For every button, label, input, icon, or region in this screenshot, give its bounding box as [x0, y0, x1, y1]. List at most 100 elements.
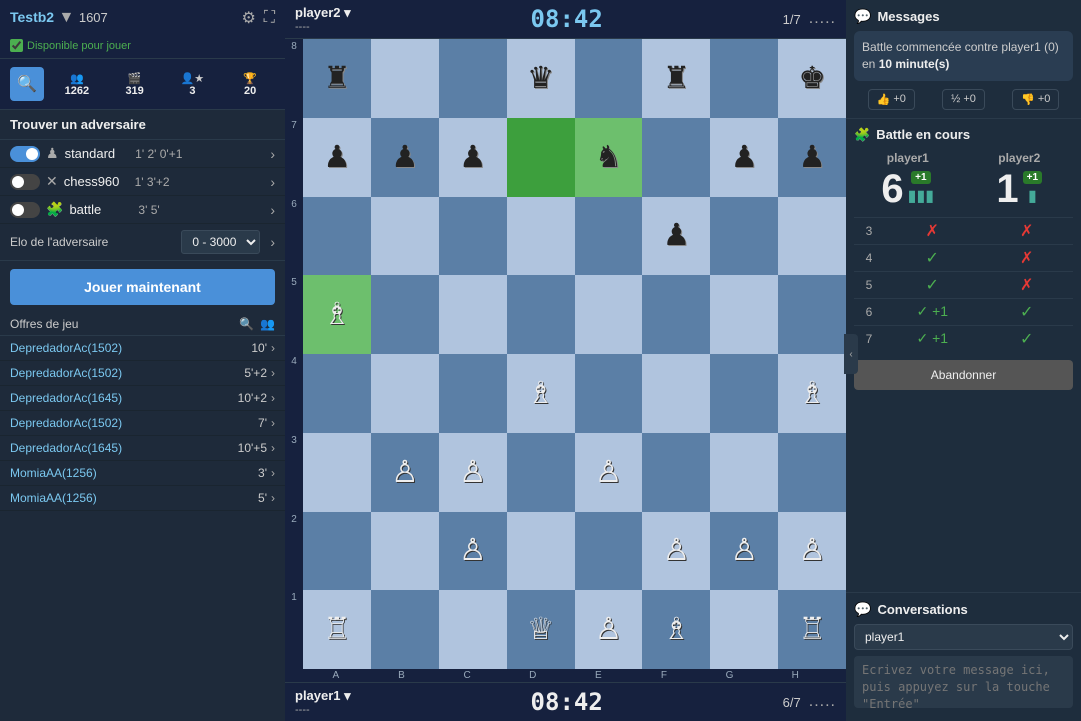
sq-e8[interactable] — [575, 39, 643, 118]
sq-g7[interactable]: ♟ — [710, 118, 778, 197]
sq-e1[interactable]: ♙ — [575, 590, 643, 669]
play-now-button[interactable]: Jouer maintenant — [10, 269, 275, 305]
sq-h5[interactable] — [778, 275, 846, 354]
standard-toggle[interactable] — [10, 146, 40, 162]
chess960-toggle[interactable] — [10, 174, 40, 190]
top-menu[interactable]: ..... — [809, 10, 836, 28]
sq-b1[interactable] — [371, 590, 439, 669]
sq-a1[interactable]: ♖ — [303, 590, 371, 669]
elo-select[interactable]: 0 - 3000 — [181, 230, 260, 254]
sq-g8[interactable] — [710, 39, 778, 118]
sq-d7[interactable] — [507, 118, 575, 197]
offers-search-icon[interactable]: 🔍 — [239, 317, 254, 331]
standard-arrow[interactable]: › — [270, 146, 275, 162]
sq-a6[interactable] — [303, 197, 371, 276]
sq-c1[interactable] — [439, 590, 507, 669]
sq-d2[interactable] — [507, 512, 575, 591]
sq-h4[interactable]: ♗ — [778, 354, 846, 433]
sq-e6[interactable] — [575, 197, 643, 276]
collapse-button[interactable]: ‹ — [844, 334, 858, 374]
thumbs-up-button[interactable]: 👍 +0 — [868, 89, 915, 110]
sq-g3[interactable] — [710, 433, 778, 512]
offer-item-1[interactable]: DepredadorAc(1502) 5'+2 › — [0, 361, 285, 386]
conv-player-select[interactable]: player1 — [854, 624, 1073, 650]
sq-h7[interactable]: ♟ — [778, 118, 846, 197]
battle-toggle[interactable] — [10, 202, 40, 218]
sq-g4[interactable] — [710, 354, 778, 433]
sq-a8[interactable]: ♜ — [303, 39, 371, 118]
sq-e3[interactable]: ♙ — [575, 433, 643, 512]
sq-b5[interactable] — [371, 275, 439, 354]
sq-f8[interactable]: ♜ — [642, 39, 710, 118]
offer-item-0[interactable]: DepredadorAc(1502) 10' › — [0, 336, 285, 361]
elo-arrow[interactable]: › — [270, 234, 275, 250]
search-button[interactable]: 🔍 — [10, 67, 44, 101]
sq-e2[interactable] — [575, 512, 643, 591]
bottom-menu[interactable]: ..... — [809, 693, 836, 711]
sq-g1[interactable] — [710, 590, 778, 669]
offer-item-3[interactable]: DepredadorAc(1502) 7' › — [0, 411, 285, 436]
sq-b6[interactable] — [371, 197, 439, 276]
sq-e5[interactable] — [575, 275, 643, 354]
p2-score: 1 — [996, 169, 1018, 209]
sq-g6[interactable] — [710, 197, 778, 276]
thumbs-down-button[interactable]: 👎 +0 — [1012, 89, 1059, 110]
offers-filter-icon[interactable]: 👥 — [260, 317, 275, 331]
sq-c4[interactable] — [439, 354, 507, 433]
sq-d4[interactable]: ♗ — [507, 354, 575, 433]
expand-icon[interactable]: ⛶ — [264, 9, 275, 27]
sq-f4[interactable] — [642, 354, 710, 433]
sq-d3[interactable] — [507, 433, 575, 512]
sq-a4[interactable] — [303, 354, 371, 433]
sq-c2[interactable]: ♙ — [439, 512, 507, 591]
sq-f6[interactable]: ♟ — [642, 197, 710, 276]
half-point-button[interactable]: ½ +0 — [942, 89, 985, 110]
sq-g5[interactable] — [710, 275, 778, 354]
sq-d8[interactable]: ♛ — [507, 39, 575, 118]
sq-a5[interactable]: ♗ — [303, 275, 371, 354]
chess960-arrow[interactable]: › — [270, 174, 275, 190]
sq-f3[interactable] — [642, 433, 710, 512]
offer-item-2[interactable]: DepredadorAc(1645) 10'+2 › — [0, 386, 285, 411]
sq-f7[interactable] — [642, 118, 710, 197]
mode-standard[interactable]: ♟ standard 1' 2' 0'+1 › — [0, 140, 285, 168]
sq-a7[interactable]: ♟ — [303, 118, 371, 197]
sq-c7[interactable]: ♟ — [439, 118, 507, 197]
sq-h2[interactable]: ♙ — [778, 512, 846, 591]
mode-battle[interactable]: 🧩 battle 3' 5' › — [0, 196, 285, 224]
sq-b4[interactable] — [371, 354, 439, 433]
mode-chess960[interactable]: ✕ chess960 1' 3'+2 › — [0, 168, 285, 196]
battle-arrow[interactable]: › — [270, 202, 275, 218]
abandon-button[interactable]: Abandonner — [854, 360, 1073, 390]
sq-h3[interactable] — [778, 433, 846, 512]
sq-a3[interactable] — [303, 433, 371, 512]
offer-item-4[interactable]: DepredadorAc(1645) 10'+5 › — [0, 436, 285, 461]
sq-e4[interactable] — [575, 354, 643, 433]
sq-c6[interactable] — [439, 197, 507, 276]
sq-g2[interactable]: ♙ — [710, 512, 778, 591]
sq-b3[interactable]: ♙ — [371, 433, 439, 512]
offer-item-5[interactable]: MomiaAA(1256) 3' › — [0, 461, 285, 486]
settings-icon[interactable]: ⚙ — [241, 8, 255, 28]
offer-item-6[interactable]: MomiaAA(1256) 5' › — [0, 486, 285, 511]
sq-d1[interactable]: ♕ — [507, 590, 575, 669]
sq-c5[interactable] — [439, 275, 507, 354]
sq-e7[interactable]: ♞ — [575, 118, 643, 197]
available-checkbox[interactable] — [10, 39, 23, 52]
sq-h8[interactable]: ♚ — [778, 39, 846, 118]
sq-d5[interactable] — [507, 275, 575, 354]
sq-c3[interactable]: ♙ — [439, 433, 507, 512]
sq-f2[interactable]: ♙ — [642, 512, 710, 591]
sq-b2[interactable] — [371, 512, 439, 591]
sq-d6[interactable] — [507, 197, 575, 276]
sq-f5[interactable] — [642, 275, 710, 354]
sq-c8[interactable] — [439, 39, 507, 118]
sq-b8[interactable] — [371, 39, 439, 118]
sq-h6[interactable] — [778, 197, 846, 276]
user-arrow[interactable]: ▼ — [59, 9, 75, 26]
sq-f1[interactable]: ♗ — [642, 590, 710, 669]
sq-a2[interactable] — [303, 512, 371, 591]
sq-h1[interactable]: ♖ — [778, 590, 846, 669]
sq-b7[interactable]: ♟ — [371, 118, 439, 197]
conv-message-input[interactable] — [854, 656, 1073, 708]
